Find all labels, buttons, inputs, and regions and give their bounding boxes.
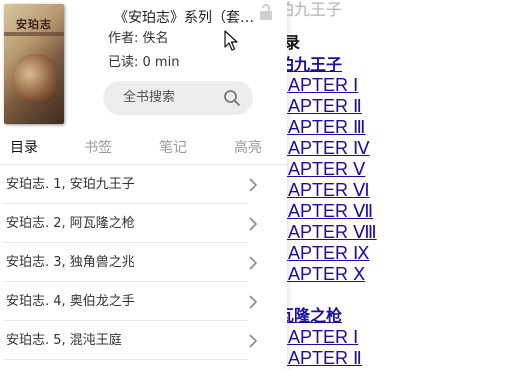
book-author: 作者: 佚名 [108, 31, 169, 46]
book-cover: 安珀志 [4, 4, 64, 124]
toc-item-label: 安珀志. 3, 独角兽之兆 [6, 255, 135, 270]
chevron-right-icon [249, 295, 258, 309]
toc-item-label: 安珀志. 1, 安珀九王子 [6, 177, 135, 192]
toc-item-label: 安珀志. 4, 奥伯龙之手 [6, 294, 135, 309]
unlock-icon[interactable] [257, 3, 275, 21]
book-title: 《安珀志》系列（套装共10册） [114, 10, 254, 26]
tab-bookmarks[interactable]: 书签 [84, 138, 112, 158]
book-cover-art [12, 54, 56, 104]
chevron-right-icon [249, 334, 258, 348]
row-divider [4, 359, 248, 360]
book-cover-band [4, 32, 64, 36]
book-cover-title: 安珀志 [16, 18, 52, 31]
drawer-tabs: 目录 书签 笔记 高亮 [0, 134, 287, 164]
toc-item[interactable]: 安珀志. 3, 独角兽之兆 [0, 243, 287, 282]
chevron-right-icon [249, 256, 258, 270]
search-icon [224, 90, 240, 106]
chevron-right-icon [249, 178, 258, 192]
toc-drawer: 安珀志 《安珀志》系列（套装共10册） 作者: 佚名 已读: 0 min 全书搜… [0, 0, 287, 370]
search-book-label: 全书搜索 [123, 90, 176, 105]
chevron-right-icon [249, 217, 258, 231]
toc-item-label: 安珀志. 2, 阿瓦隆之枪 [6, 216, 135, 231]
read-time: 已读: 0 min [108, 55, 180, 70]
tab-notes[interactable]: 笔记 [159, 138, 187, 158]
toc-item-label: 安珀志. 5, 混沌王庭 [6, 333, 122, 348]
toc-item[interactable]: 安珀志. 4, 奥伯龙之手 [0, 282, 287, 321]
toc-item[interactable]: 安珀志. 1, 安珀九王子 [0, 165, 287, 204]
search-book-button[interactable]: 全书搜索 [103, 81, 253, 115]
toc-item[interactable]: 安珀志. 2, 阿瓦隆之枪 [0, 204, 287, 243]
tab-toc[interactable]: 目录 [10, 138, 38, 158]
toc-item[interactable]: 安珀志. 5, 混沌王庭 [0, 321, 287, 360]
tab-highlights[interactable]: 高亮 [234, 138, 262, 158]
